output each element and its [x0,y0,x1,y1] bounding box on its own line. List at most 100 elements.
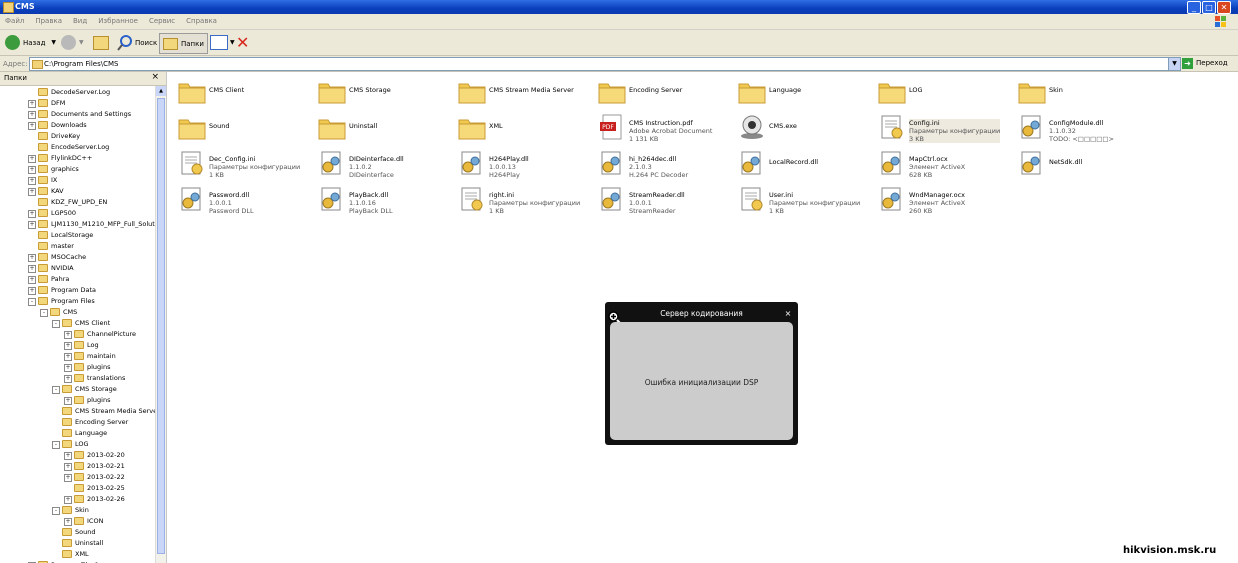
file-item[interactable]: StreamReader.dll 1.0.0.1 StreamReader [592,182,732,216]
tree-item[interactable]: XML [0,549,155,560]
expand-icon[interactable]: + [28,287,36,295]
folder-item[interactable]: Uninstall [312,110,452,144]
expand-icon[interactable]: + [28,155,36,163]
tree-item[interactable]: +2013-02-22 [0,472,155,483]
menu-view[interactable]: Вид [68,14,93,25]
tree-item[interactable]: + NVIDIA [0,263,155,274]
expand-icon[interactable]: + [64,331,72,339]
expand-icon[interactable]: + [64,496,72,504]
expand-icon[interactable]: + [64,452,72,460]
file-item[interactable]: hi_h264dec.dll 2.1.0.3 H.264 PC Decoder [592,146,732,180]
tree-item[interactable]: - CMS Client [0,318,155,329]
forward-button[interactable]: ▼ [61,34,84,51]
tree-item[interactable]: + LJM1130_M1210_MFP_Full_Solut [0,219,155,230]
folders-button[interactable]: Папки [159,33,208,54]
maximize-button[interactable]: □ [1202,1,1216,14]
tree-item[interactable]: + graphics [0,164,155,175]
close-button[interactable]: ✕ [1217,1,1231,14]
vertical-scrollbar[interactable]: ▲ [155,86,166,563]
tree-item[interactable]: + ICON [0,516,155,527]
file-item[interactable]: WndManager.ocx Элемент ActiveX 260 KB [872,182,1012,216]
expand-icon[interactable]: + [64,397,72,405]
tree-item[interactable]: + IX [0,175,155,186]
expand-icon[interactable]: + [64,463,72,471]
tree-item[interactable]: Uninstall [0,538,155,549]
tree-item[interactable]: master [0,241,155,252]
tree-item[interactable]: + Documents and Settings [0,109,155,120]
minimize-button[interactable]: _ [1187,1,1201,14]
file-item[interactable]: right.ini Параметры конфигурации 1 KB [452,182,592,216]
tree-item[interactable]: +2013-02-21 [0,461,155,472]
search-button[interactable]: Поиск [117,34,157,51]
dialog-close-button[interactable]: × [783,309,793,319]
expand-icon[interactable]: + [28,210,36,218]
menu-favorites[interactable]: Избранное [93,14,144,25]
folder-item[interactable]: CMS Client [172,74,312,108]
collapse-icon[interactable]: - [28,298,36,306]
folder-item[interactable]: Sound [172,110,312,144]
menu-edit[interactable]: Правка [30,14,68,25]
delete-icon[interactable]: ✕ [236,33,249,52]
file-item[interactable]: ConfigModule.dll 1.1.0.32 TODO: <□□□□□> [1012,110,1152,144]
tree-item[interactable]: + DFM [0,98,155,109]
tree-item[interactable]: EncodeServer.Log [0,142,155,153]
expand-icon[interactable]: + [64,375,72,383]
tree-item[interactable]: DecodeServer.Log [0,87,155,98]
tree-item[interactable]: LocalStorage [0,230,155,241]
expand-icon[interactable]: + [28,122,36,130]
tree-item[interactable]: - Program Files [0,296,155,307]
file-item[interactable]: PlayBack.dll 1.1.0.16 PlayBack DLL [312,182,452,216]
tree-item[interactable]: + FlylinkDC++ [0,153,155,164]
address-input[interactable]: C:\Program Files\CMS ▼ [29,57,1181,71]
collapse-icon[interactable]: - [52,441,60,449]
tree-item[interactable]: - CMS [0,307,155,318]
file-item[interactable]: Password.dll 1.0.0.1 Password DLL [172,182,312,216]
collapse-icon[interactable]: - [52,320,60,328]
expand-icon[interactable]: + [28,265,36,273]
folder-item[interactable]: CMS Storage [312,74,452,108]
collapse-icon[interactable]: - [52,507,60,515]
tree-item[interactable]: - Skin [0,505,155,516]
tree-item[interactable]: + Pahra [0,274,155,285]
tree-item[interactable]: Sound [0,527,155,538]
tree-item[interactable]: + maintain [0,351,155,362]
up-folder-button[interactable] [93,34,109,51]
file-item[interactable]: DIDeinterface.dll 1.1.0.2 DIDeinterface [312,146,452,180]
tree-item[interactable]: + plugins [0,395,155,406]
collapse-icon[interactable]: - [52,386,60,394]
file-item[interactable]: User.ini Параметры конфигурации 1 KB [732,182,872,216]
file-item[interactable]: H264Play.dll 1.0.0.13 H264Play [452,146,592,180]
tree-item[interactable]: 2013-02-25 [0,483,155,494]
expand-icon[interactable]: + [64,474,72,482]
tree-item[interactable]: KDZ_FW_UPD_EN [0,197,155,208]
views-button[interactable]: ▼ [210,34,235,51]
tree-item[interactable]: Encoding Server [0,417,155,428]
tree-item[interactable]: Language [0,428,155,439]
expand-icon[interactable]: + [28,188,36,196]
tree-item[interactable]: + KAV [0,186,155,197]
expand-icon[interactable]: + [28,221,36,229]
scroll-up-icon[interactable]: ▲ [156,86,166,96]
menu-file[interactable]: Файл [0,14,30,25]
back-button[interactable]: Назад ▼ [5,34,56,51]
tree-item[interactable]: + translations [0,373,155,384]
folder-item[interactable]: CMS Stream Media Server [452,74,592,108]
folder-item[interactable]: XML [452,110,592,144]
expand-icon[interactable]: + [28,166,36,174]
expand-icon[interactable]: + [28,111,36,119]
tree-item[interactable]: CMS Stream Media Server [0,406,160,417]
expand-icon[interactable]: + [64,353,72,361]
folder-item[interactable]: LOG [872,74,1012,108]
tree-item[interactable]: +2013-02-20 [0,450,155,461]
expand-icon[interactable]: + [64,342,72,350]
expand-icon[interactable]: + [28,100,36,108]
tree-item[interactable]: + Log [0,340,155,351]
tree-item[interactable]: + plugins [0,362,155,373]
expand-icon[interactable]: + [64,364,72,372]
file-item[interactable]: Config.ini Параметры конфигурации 3 KB [872,110,1012,144]
scrollbar-thumb[interactable] [157,98,165,554]
file-item[interactable]: CMS.exe [732,110,872,144]
tree-item[interactable]: + MSOCache [0,252,155,263]
file-item[interactable]: Dec_Config.ini Параметры конфигурации 1 KB [172,146,312,180]
tree-item[interactable]: - CMS Storage [0,384,155,395]
